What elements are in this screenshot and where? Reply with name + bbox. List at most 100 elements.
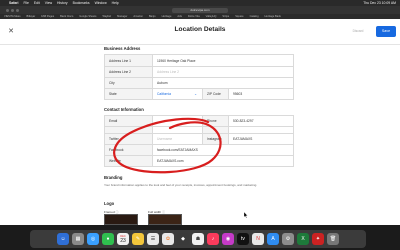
favorite-item[interactable]: Heritage Bank	[265, 15, 281, 18]
contacts-icon[interactable]: ☗	[192, 233, 204, 245]
phone-input[interactable]: 530-823-4297	[229, 116, 293, 126]
website-label: Website	[105, 156, 153, 166]
discard-button[interactable]: Discard	[344, 27, 372, 36]
address-line-2-label: Address Line 2	[105, 67, 153, 77]
favorite-item[interactable]: FAB Pages	[41, 15, 54, 18]
contact-spacer-cell	[153, 127, 203, 133]
email-phone-row: Email Phone 530-823-4297	[105, 116, 293, 126]
safari-icon[interactable]: ◎	[87, 233, 99, 245]
state-zip-row: State California ⌄ ZIP Code 95603	[105, 88, 293, 99]
page-header: ✕ Location Details Discard Save	[0, 19, 400, 45]
zip-input[interactable]: 95603	[229, 89, 293, 99]
launchpad-icon[interactable]: ▦	[72, 233, 84, 245]
system-preferences-icon[interactable]: ⚙	[282, 233, 294, 245]
notes-icon[interactable]: ✎	[132, 233, 144, 245]
screen: Safari File Edit View History Bookmarks …	[0, 0, 400, 250]
calendar-icon[interactable]: DEC 23	[117, 233, 129, 245]
favorite-item[interactable]: Google Sheets	[79, 15, 96, 18]
facebook-label: Facebook	[105, 145, 153, 155]
branding-heading: Branding	[104, 175, 123, 180]
favorite-item[interactable]: Wayfair	[102, 15, 111, 18]
apple-tv-icon[interactable]: tv	[237, 233, 249, 245]
logo-full-width-preview[interactable]	[148, 214, 182, 225]
logo-heading: Logo	[104, 201, 115, 206]
excel-icon[interactable]: X	[297, 233, 309, 245]
favorite-item[interactable]: Square	[235, 15, 243, 18]
menu-bookmarks[interactable]: Bookmarks	[73, 1, 90, 5]
email-label: Email	[105, 116, 153, 126]
reminders-icon[interactable]: ☰	[147, 233, 159, 245]
facebook-input[interactable]: facebook.com/EATJAMAXS	[153, 145, 293, 155]
window-close-button[interactable]	[6, 8, 9, 12]
acrobat-icon[interactable]: ✦	[312, 233, 324, 245]
menu-view[interactable]: View	[45, 1, 52, 5]
branding-description: Your brand information applies to the lo…	[104, 183, 258, 187]
twitter-label: Twitter	[105, 134, 153, 144]
city-input[interactable]: Auburn	[153, 78, 293, 88]
close-icon[interactable]: ✕	[6, 27, 16, 37]
instagram-label: Instagram	[203, 134, 229, 144]
favorite-item[interactable]: Manager	[117, 15, 127, 18]
menu-file[interactable]: File	[23, 1, 28, 5]
address-line-1-row: Address Line 1 11960 Heritage Oak Place	[105, 55, 293, 66]
menu-history[interactable]: History	[57, 1, 68, 5]
city-row: City Auburn	[105, 77, 293, 88]
photos-icon[interactable]: ✿	[162, 233, 174, 245]
city-label: City	[105, 78, 153, 88]
favorite-item[interactable]: Amazon	[133, 15, 143, 18]
address-line-1-label: Address Line 1	[105, 55, 153, 66]
podcasts-icon[interactable]: ◉	[222, 233, 234, 245]
finder-icon[interactable]: ☺	[57, 233, 69, 245]
page-title: Location Details	[174, 26, 226, 33]
dock: ☺ ▦ ◎ ● DEC 23 ✎ ☰ ✿ ◆ ☗ ♪ ◉ tv N A ⚙ X …	[30, 230, 366, 248]
app-icon[interactable]: ◆	[177, 233, 189, 245]
messages-icon[interactable]: ●	[102, 233, 114, 245]
trash-icon[interactable]: 🗑	[327, 233, 339, 245]
address-line-2-input[interactable]: Address Line 2	[153, 67, 293, 77]
email-input[interactable]	[153, 116, 203, 126]
favorite-item[interactable]: Catalog	[250, 15, 259, 18]
favorite-item[interactable]: Stripe	[222, 15, 229, 18]
favorite-item[interactable]: Dolce Vita	[188, 15, 200, 18]
favorite-item[interactable]: ValleyHQ	[206, 15, 217, 18]
menu-window[interactable]: Window	[95, 1, 107, 5]
favorite-item[interactable]: Banjo	[149, 15, 156, 18]
music-icon[interactable]: ♪	[207, 233, 219, 245]
address-line-2-row: Address Line 2 Address Line 2	[105, 66, 293, 77]
favorite-item[interactable]: Bitlayar	[27, 15, 36, 18]
address-line-1-input[interactable]: 11960 Heritage Oak Place	[153, 55, 293, 66]
website-input[interactable]: EATJAMAXS.com	[153, 156, 293, 166]
twitter-input[interactable]: Username	[153, 134, 203, 144]
window-minimize-button[interactable]	[11, 8, 14, 12]
chevron-down-icon: ⌄	[194, 92, 197, 96]
address-bar[interactable]: dolcevipa.com	[172, 7, 228, 13]
news-icon[interactable]: N	[252, 233, 264, 245]
calendar-day: 23	[120, 238, 126, 244]
contact-information-heading: Contact Information	[104, 107, 144, 112]
menu-help[interactable]: Help	[112, 1, 119, 5]
app-store-icon[interactable]: A	[267, 233, 279, 245]
contact-spacer-label	[105, 127, 153, 133]
menubar-clock: Thu Dec 23 10:09 AM	[363, 1, 396, 5]
contact-spacer-cell-2	[229, 127, 293, 133]
logo-framed-preview[interactable]	[104, 214, 138, 225]
favorite-item[interactable]: Ads	[177, 15, 181, 18]
favorite-item[interactable]: Bank Cisco	[60, 15, 73, 18]
menu-edit[interactable]: Edit	[34, 1, 40, 5]
business-address-heading: Business Address	[104, 46, 141, 51]
website-row: Website EATJAMAXS.com	[105, 155, 293, 166]
menu-safari[interactable]: Safari	[9, 1, 18, 5]
address-bar-url: dolcevipa.com	[190, 8, 210, 12]
favorite-item[interactable]: VIESITA Mess	[4, 15, 21, 18]
contact-spacer-label-2	[203, 127, 229, 133]
browser-toolbar: dolcevipa.com	[0, 6, 400, 14]
state-select-value: California	[157, 92, 171, 96]
zip-label: ZIP Code	[203, 89, 229, 99]
window-zoom-button[interactable]	[16, 8, 19, 12]
favorite-item[interactable]: Heritage	[162, 15, 172, 18]
instagram-input[interactable]: EATJAMAXS	[229, 134, 293, 144]
save-button[interactable]: Save	[376, 26, 396, 37]
phone-label: Phone	[203, 116, 229, 126]
state-select[interactable]: California ⌄	[153, 89, 203, 99]
window-controls	[6, 8, 19, 12]
